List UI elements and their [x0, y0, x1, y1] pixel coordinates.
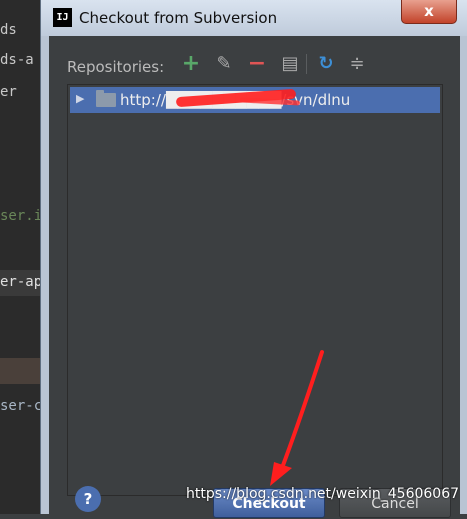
folder-icon	[96, 90, 116, 107]
dialog-titlebar[interactable]: IJ Checkout from Subversion x	[41, 0, 467, 36]
dialog-content: Repositories: + ✎ − ▤ ↻ ≑ ▶ http://█████…	[49, 36, 460, 518]
repository-tree[interactable]: ▶ http://██████████/svn/dlnu	[67, 84, 443, 496]
collapse-icon[interactable]: ≑	[345, 52, 369, 76]
background-text: ser-c	[0, 398, 43, 414]
background-text: er	[0, 84, 17, 100]
remove-icon[interactable]: −	[245, 52, 269, 76]
background-text: ds-a	[0, 52, 34, 68]
info-icon[interactable]: ▤	[278, 52, 302, 76]
watermark-text: https://blog.csdn.net/weixin_45606067	[186, 486, 460, 502]
toolbar-separator	[306, 54, 307, 74]
repository-item[interactable]: ▶ http://██████████/svn/dlnu	[70, 87, 440, 113]
help-button[interactable]: ?	[75, 486, 101, 512]
add-icon[interactable]: +	[179, 52, 203, 76]
close-button[interactable]: x	[401, 0, 457, 24]
refresh-icon[interactable]: ↻	[314, 52, 338, 76]
background-text: ds	[0, 22, 17, 38]
background-text: er-ap	[0, 274, 43, 290]
repositories-label: Repositories:	[67, 58, 165, 76]
intellij-app-icon: IJ	[53, 8, 72, 27]
checkout-dialog: IJ Checkout from Subversion x Repositori…	[40, 0, 467, 518]
background-text: ser.i	[0, 208, 43, 224]
expand-arrow-icon[interactable]: ▶	[76, 92, 84, 105]
edit-icon[interactable]: ✎	[212, 52, 236, 76]
dialog-title: Checkout from Subversion	[79, 9, 278, 27]
